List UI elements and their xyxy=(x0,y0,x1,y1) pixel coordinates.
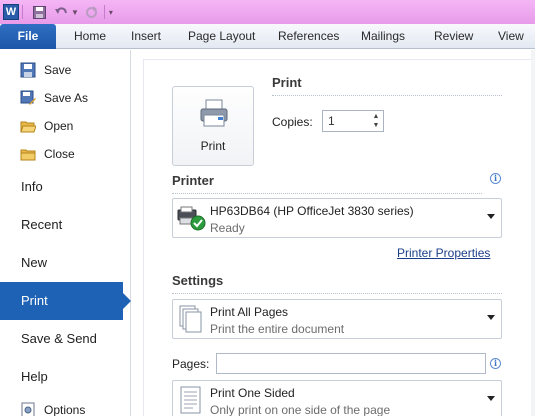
print-section-title: Print xyxy=(272,75,302,90)
tab-mailings[interactable]: Mailings xyxy=(361,24,405,49)
nav-item-label: Save xyxy=(44,63,72,77)
save-as-icon xyxy=(20,90,36,106)
save-icon xyxy=(20,62,36,78)
nav-item-print[interactable]: Print xyxy=(0,282,131,320)
pages-input[interactable] xyxy=(216,353,486,374)
section-divider xyxy=(172,193,482,194)
section-divider xyxy=(272,95,502,96)
undo-dropdown-icon[interactable]: ▼ xyxy=(71,8,79,17)
nav-item-info[interactable]: Info xyxy=(0,168,131,206)
printer-section-title: Printer xyxy=(172,173,214,188)
printer-ready-icon xyxy=(177,206,206,231)
printer-status: Ready xyxy=(210,221,245,235)
nav-item-close[interactable]: Close xyxy=(0,140,131,168)
backstage-nav: Save Save As Open Close Info Recent New … xyxy=(0,50,131,416)
nav-item-recent[interactable]: Recent xyxy=(0,206,131,244)
printer-properties-link[interactable]: Printer Properties xyxy=(397,246,490,260)
nav-item-label: Save As xyxy=(44,91,89,105)
sided-select[interactable]: Print One Sided Only print on one side o… xyxy=(172,380,502,416)
nav-item-label: Open xyxy=(44,119,74,133)
nav-item-new[interactable]: New xyxy=(0,244,131,282)
nav-item-save-as[interactable]: Save As xyxy=(0,84,131,112)
nav-item-help[interactable]: Help xyxy=(0,358,131,396)
undo-icon[interactable] xyxy=(52,3,70,21)
copies-value: 1 xyxy=(328,114,335,128)
nav-item-label: Print xyxy=(21,293,48,308)
print-range-value: Print All Pages xyxy=(210,305,289,319)
printer-name: HP63DB64 (HP OfficeJet 3830 series) xyxy=(210,204,414,218)
ribbon-tabs: File Home Insert Page Layout References … xyxy=(0,24,535,49)
tab-view[interactable]: View xyxy=(498,24,524,49)
sided-value: Print One Sided xyxy=(210,386,295,400)
tab-references[interactable]: References xyxy=(278,24,339,49)
pages-stack-icon xyxy=(179,305,202,333)
nav-item-label: Close xyxy=(44,147,75,161)
tab-home[interactable]: Home xyxy=(74,24,106,49)
print-range-select[interactable]: Print All Pages Print the entire documen… xyxy=(172,299,502,339)
printer-select[interactable]: HP63DB64 (HP OfficeJet 3830 series) Read… xyxy=(172,198,502,238)
qat-separator xyxy=(103,5,105,19)
printer-icon xyxy=(200,99,228,127)
close-folder-icon xyxy=(20,146,36,162)
word-logo-icon[interactable]: W xyxy=(3,4,19,20)
nav-item-label: Options xyxy=(44,403,86,416)
one-sided-page-icon xyxy=(180,386,201,414)
tab-file[interactable]: File xyxy=(0,24,56,49)
title-bar: W ▼ ▾ xyxy=(0,0,535,24)
pages-label: Pages: xyxy=(172,357,210,371)
copies-label: Copies: xyxy=(272,115,313,129)
tab-insert[interactable]: Insert xyxy=(131,24,161,49)
redo-icon[interactable] xyxy=(83,3,101,21)
tab-review[interactable]: Review xyxy=(434,24,473,49)
customize-qat-icon[interactable]: ▾ xyxy=(109,8,113,17)
copies-stepper[interactable]: 1 ▲ ▼ xyxy=(322,110,384,132)
print-settings-pane: Print Print Copies: 1 ▲ ▼ Printer i HP63… xyxy=(143,59,535,416)
print-button-label: Print xyxy=(200,139,226,153)
save-icon[interactable] xyxy=(30,3,48,21)
tab-page-layout[interactable]: Page Layout xyxy=(188,24,255,49)
active-pointer xyxy=(123,293,131,309)
print-panel: Print Print Copies: 1 ▲ ▼ Printer i HP63… xyxy=(131,50,535,416)
spin-down-icon[interactable]: ▼ xyxy=(370,121,382,130)
nav-item-options[interactable]: Options xyxy=(0,396,131,416)
qat-separator xyxy=(22,5,23,19)
info-icon[interactable]: i xyxy=(490,358,501,369)
section-divider xyxy=(172,293,502,294)
nav-item-open[interactable]: Open xyxy=(0,112,131,140)
print-button[interactable]: Print xyxy=(172,86,254,166)
settings-section-title: Settings xyxy=(172,273,224,288)
pane-edge xyxy=(531,50,535,416)
open-folder-icon xyxy=(20,118,37,134)
spin-up-icon[interactable]: ▲ xyxy=(370,112,382,121)
chevron-down-icon xyxy=(487,214,495,219)
nav-item-save[interactable]: Save xyxy=(0,56,131,84)
chevron-down-icon xyxy=(487,315,495,320)
chevron-down-icon xyxy=(487,396,495,401)
options-icon xyxy=(20,402,36,416)
sided-desc: Only print on one side of the page xyxy=(210,403,391,416)
info-icon[interactable]: i xyxy=(490,173,501,184)
print-range-desc: Print the entire document xyxy=(210,322,345,336)
nav-item-save-and-send[interactable]: Save & Send xyxy=(0,320,131,358)
